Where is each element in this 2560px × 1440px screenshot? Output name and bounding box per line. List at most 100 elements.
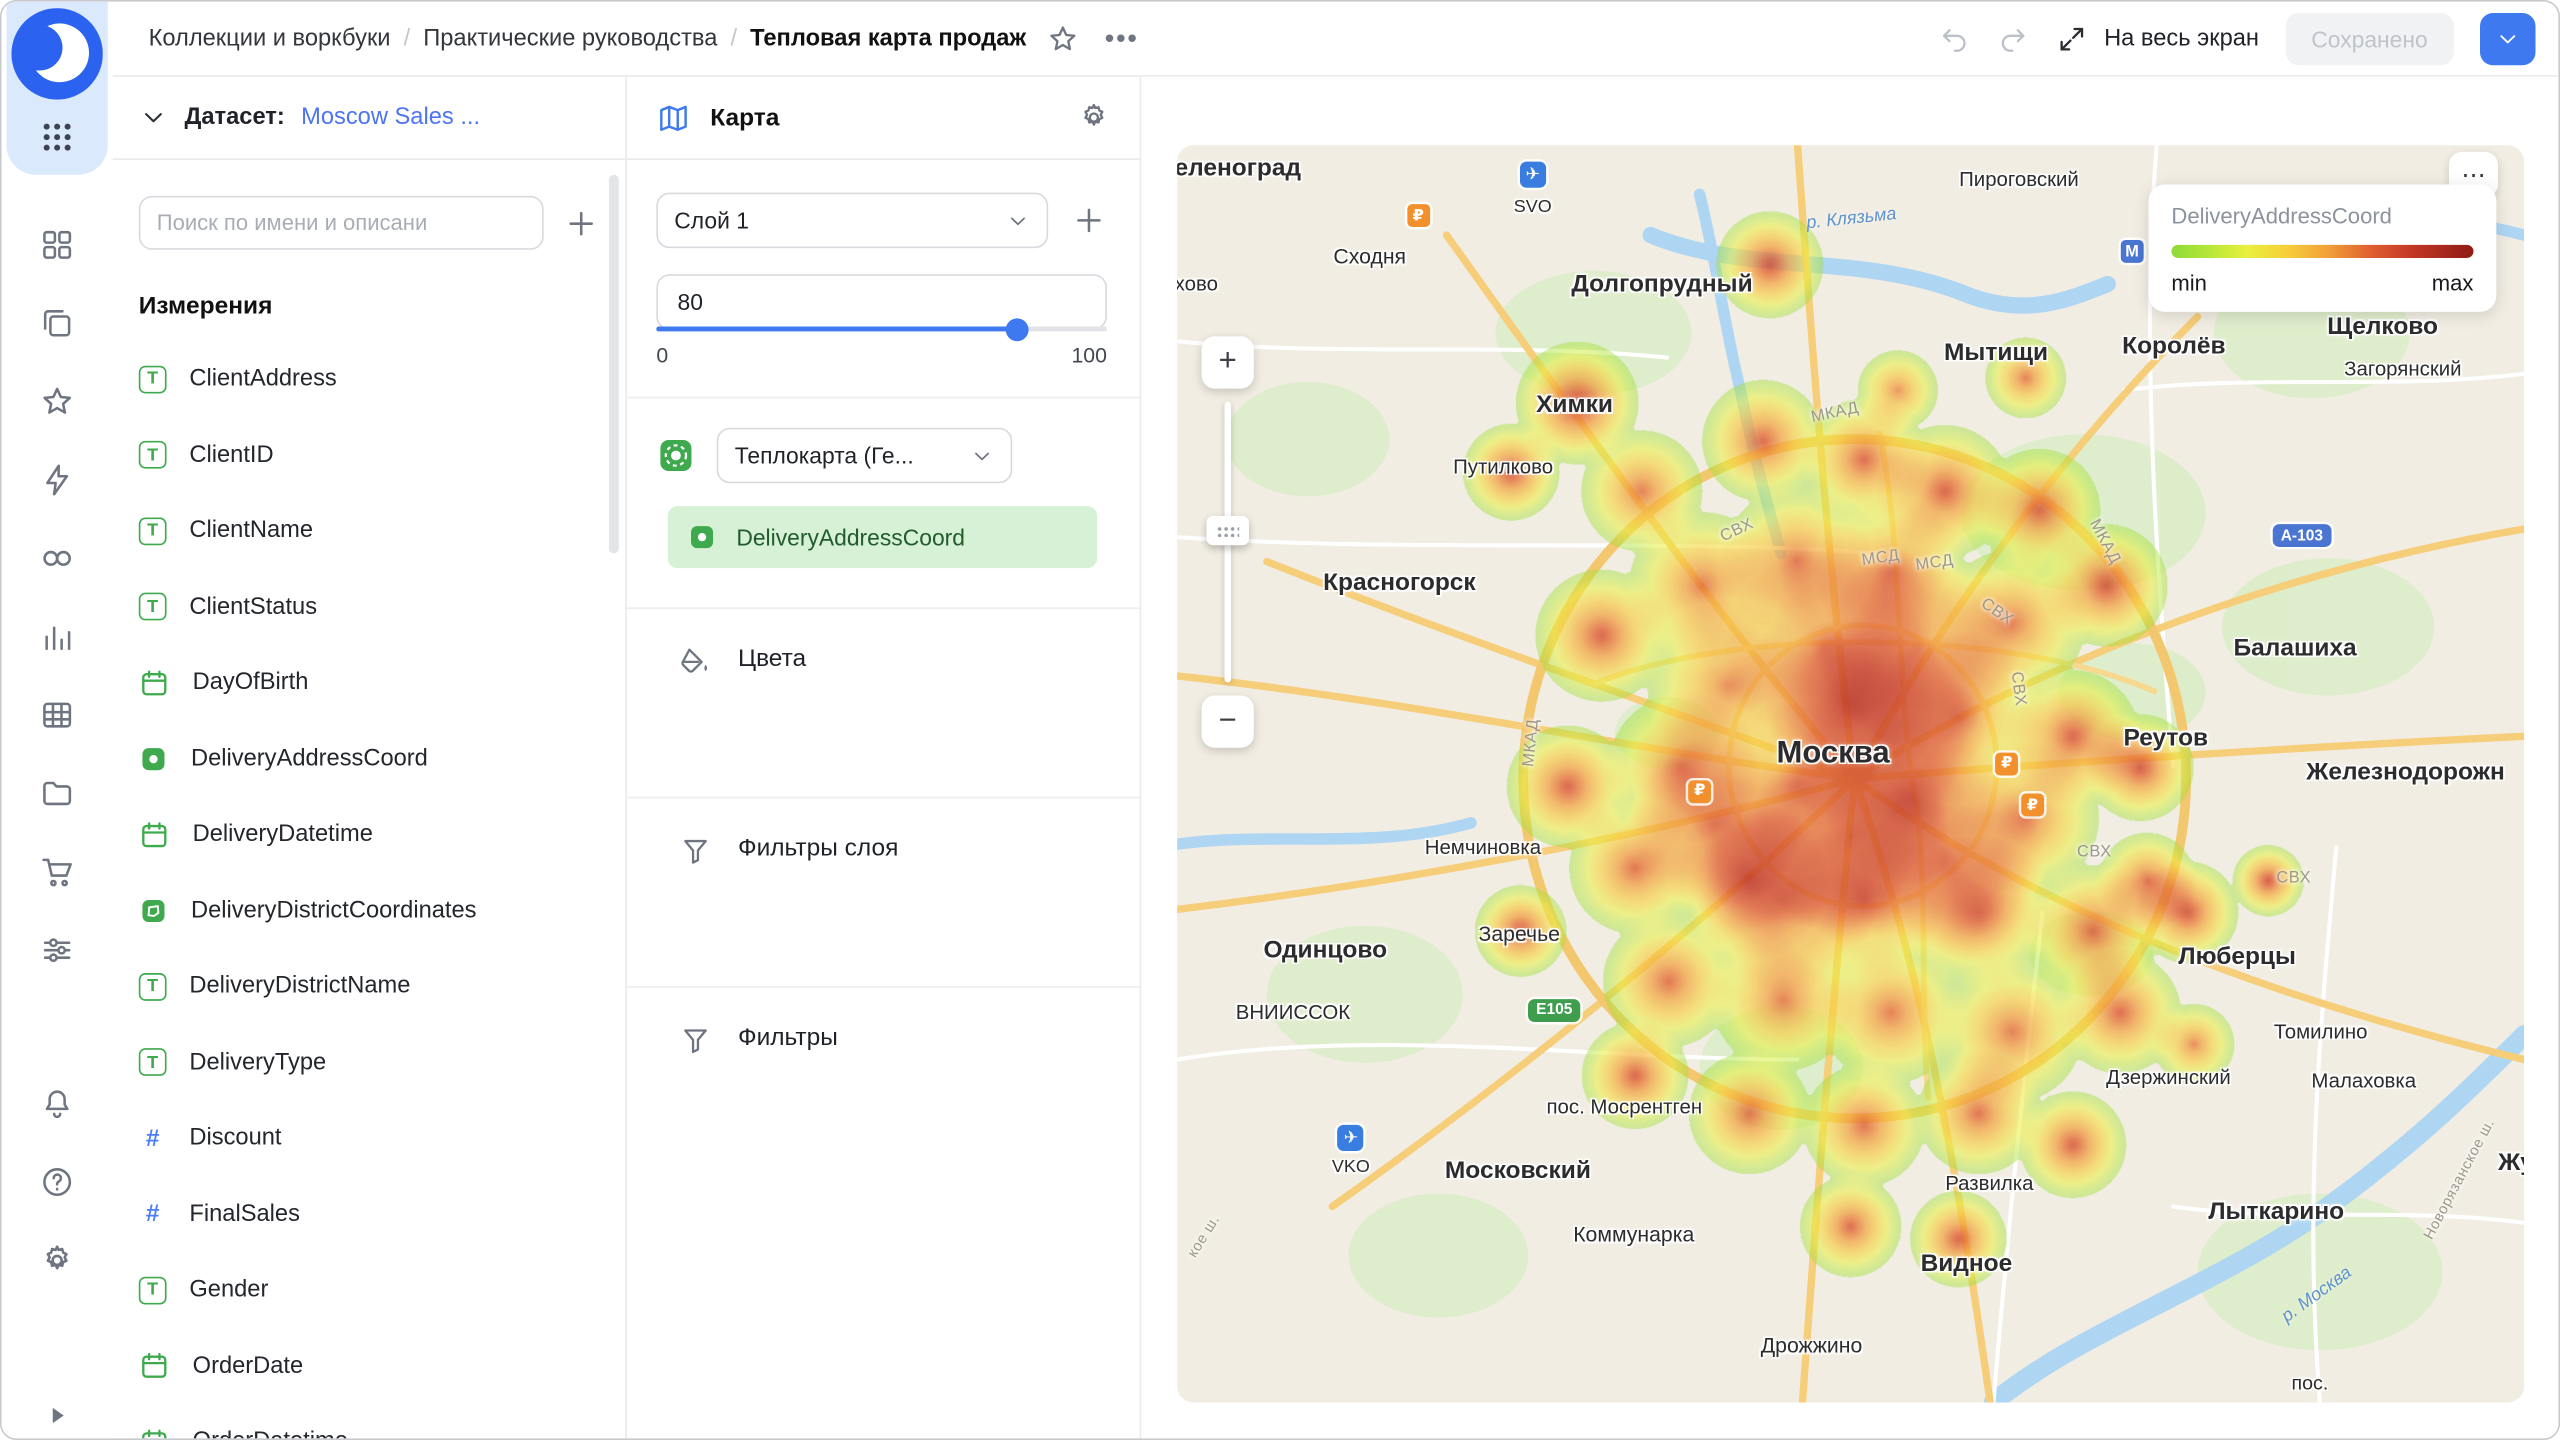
field-label: DeliveryDatetime <box>193 822 373 848</box>
date-field-icon <box>139 819 170 850</box>
field-label: ClientStatus <box>189 594 317 620</box>
zoom-in-button[interactable]: + <box>1202 336 1254 388</box>
field-label: OrderDatetime <box>193 1429 348 1438</box>
rail-help-icon[interactable] <box>39 1164 75 1200</box>
field-label: ClientID <box>189 442 273 468</box>
field-label: FinalSales <box>189 1201 300 1227</box>
funnel-icon <box>679 834 712 867</box>
rail-widgets-icon[interactable] <box>39 227 75 263</box>
field-row-OrderDate[interactable]: OrderDate <box>113 1328 626 1404</box>
rail-bell-icon[interactable] <box>39 1086 75 1122</box>
rail-gear-icon[interactable] <box>39 1242 75 1278</box>
field-row-DeliveryAddressCoord[interactable]: DeliveryAddressCoord <box>113 721 626 797</box>
rail-cart-icon[interactable] <box>39 854 75 890</box>
map-settings-gear-icon[interactable] <box>1078 101 1111 134</box>
dataset-panel-header: Датасет: Moscow Sales ... <box>113 77 626 160</box>
field-label: Gender <box>189 1277 268 1303</box>
opacity-scale-labels: 0 100 <box>656 343 1107 367</box>
field-label: ClientAddress <box>189 366 336 392</box>
opacity-min-label: 0 <box>656 343 668 367</box>
zoom-control: + − <box>1202 336 1254 747</box>
saved-button[interactable]: Сохранено <box>2285 12 2454 64</box>
rail-tune-icon[interactable] <box>39 932 75 968</box>
datalens-logo[interactable] <box>11 8 102 99</box>
dataset-name-link[interactable]: Moscow Sales ... <box>301 104 480 130</box>
breadcrumb-item[interactable]: Практические руководства <box>423 25 717 51</box>
legend-gradient-bar <box>2171 245 2473 258</box>
save-menu-button[interactable] <box>2480 12 2536 64</box>
header-actions: На весь экран Сохранено <box>1938 12 2536 64</box>
dataset-scrollbar[interactable] <box>609 175 619 554</box>
opacity-control: 80 <box>656 274 1107 330</box>
map-settings-header: Карта <box>627 77 1140 160</box>
field-label: ClientName <box>189 518 313 544</box>
field-row-DeliveryDatetime[interactable]: DeliveryDatetime <box>113 797 626 873</box>
text-field-icon: Т <box>139 517 167 545</box>
field-search-input[interactable] <box>139 196 544 250</box>
map-area: МоскваДолгопрудныйХимкиМытищиКоролёвЩелк… <box>1141 77 2558 1439</box>
breadcrumb-item[interactable]: Коллекции и воркбуки <box>149 25 391 51</box>
field-row-DeliveryDistrictCoordinates[interactable]: DeliveryDistrictCoordinates <box>113 873 626 949</box>
opacity-slider-handle[interactable] <box>1005 318 1028 341</box>
fullscreen-icon[interactable] <box>2055 22 2088 55</box>
legend-title: DeliveryAddressCoord <box>2171 204 2473 228</box>
chevron-down-icon <box>970 443 994 467</box>
geopoint-field-icon <box>687 522 716 551</box>
rail-star-icon[interactable] <box>39 384 75 420</box>
add-layer-button[interactable] <box>1071 202 1107 238</box>
fullscreen-label[interactable]: На весь экран <box>2104 25 2259 51</box>
field-row-FinalSales[interactable]: #FinalSales <box>113 1176 626 1252</box>
field-row-ClientAddress[interactable]: ТClientAddress <box>113 341 626 417</box>
undo-icon[interactable] <box>1938 22 1971 55</box>
field-row-ClientStatus[interactable]: Т ClientStatus <box>113 569 626 645</box>
more-actions-icon[interactable]: ••• <box>1105 22 1139 55</box>
map-canvas-container[interactable]: МоскваДолгопрудныйХимкиМытищиКоролёвЩелк… <box>1177 145 2524 1402</box>
opacity-slider-fill <box>656 327 1016 332</box>
rail-copies-icon[interactable] <box>39 305 75 341</box>
field-row-DayOfBirth[interactable]: DayOfBirth <box>113 645 626 721</box>
breadcrumb-item[interactable]: Тепловая карта продаж <box>750 25 1026 51</box>
geo-field-chip[interactable]: DeliveryAddressCoord <box>668 506 1097 568</box>
section-filters[interactable]: Фильтры <box>627 986 1140 1056</box>
apps-grid-icon[interactable] <box>39 119 75 155</box>
text-field-icon: Т <box>139 973 167 1001</box>
zoom-slider-handle[interactable] <box>1207 516 1249 545</box>
add-field-button[interactable] <box>563 205 599 241</box>
text-field-icon: Т <box>139 593 167 621</box>
dataset-panel: Датасет: Moscow Sales ... Измерения ТCli… <box>113 77 627 1439</box>
field-row-DeliveryDistrictName[interactable]: ТDeliveryDistrictName <box>113 949 626 1025</box>
field-row-DeliveryType[interactable]: ТDeliveryType <box>113 1024 626 1100</box>
rail-infinity-icon[interactable] <box>39 540 75 576</box>
collapse-dataset-icon[interactable] <box>139 103 168 132</box>
palette-icon <box>679 645 712 678</box>
layer-select[interactable]: Слой 1 <box>656 193 1048 249</box>
rail-folder-icon[interactable] <box>39 776 75 812</box>
heatmap-canvas <box>1177 145 2524 1402</box>
heatmap-layer-icon <box>656 436 695 475</box>
date-field-icon <box>139 1427 170 1439</box>
legend-min-label: min <box>2171 271 2207 295</box>
rail-bolt-icon[interactable] <box>39 462 75 498</box>
rail-bottom-icons <box>2 1086 113 1279</box>
geo-layer-type-select[interactable]: Теплокарта (Ге... <box>717 428 1013 484</box>
section-layer-filters[interactable]: Фильтры слоя <box>627 797 1140 986</box>
collapse-rail-icon[interactable] <box>44 1402 70 1428</box>
field-row-OrderDatetime[interactable]: OrderDatetime <box>113 1404 626 1438</box>
opacity-slider-track[interactable] <box>656 327 1107 332</box>
field-row-ClientID[interactable]: ТClientID <box>113 417 626 493</box>
zoom-out-button[interactable]: − <box>1202 696 1254 748</box>
drag-dots-icon <box>1216 525 1239 536</box>
favorite-star-icon[interactable] <box>1046 22 1079 55</box>
opacity-value-box[interactable]: 80 <box>656 274 1107 330</box>
field-row-Gender[interactable]: ТGender <box>113 1252 626 1328</box>
breadcrumb-separator: / <box>404 25 411 51</box>
layer-select-value: Слой 1 <box>674 207 996 233</box>
section-colors[interactable]: Цвета <box>627 607 1140 796</box>
zoom-slider[interactable] <box>1202 389 1254 696</box>
field-row-ClientName[interactable]: Т ClientName <box>113 493 626 569</box>
redo-icon[interactable] <box>1996 22 2029 55</box>
dimensions-title: Измерения <box>113 250 626 320</box>
rail-grid-icon[interactable] <box>39 697 75 733</box>
field-row-Discount[interactable]: #Discount <box>113 1100 626 1176</box>
rail-chart-icon[interactable] <box>39 619 75 655</box>
